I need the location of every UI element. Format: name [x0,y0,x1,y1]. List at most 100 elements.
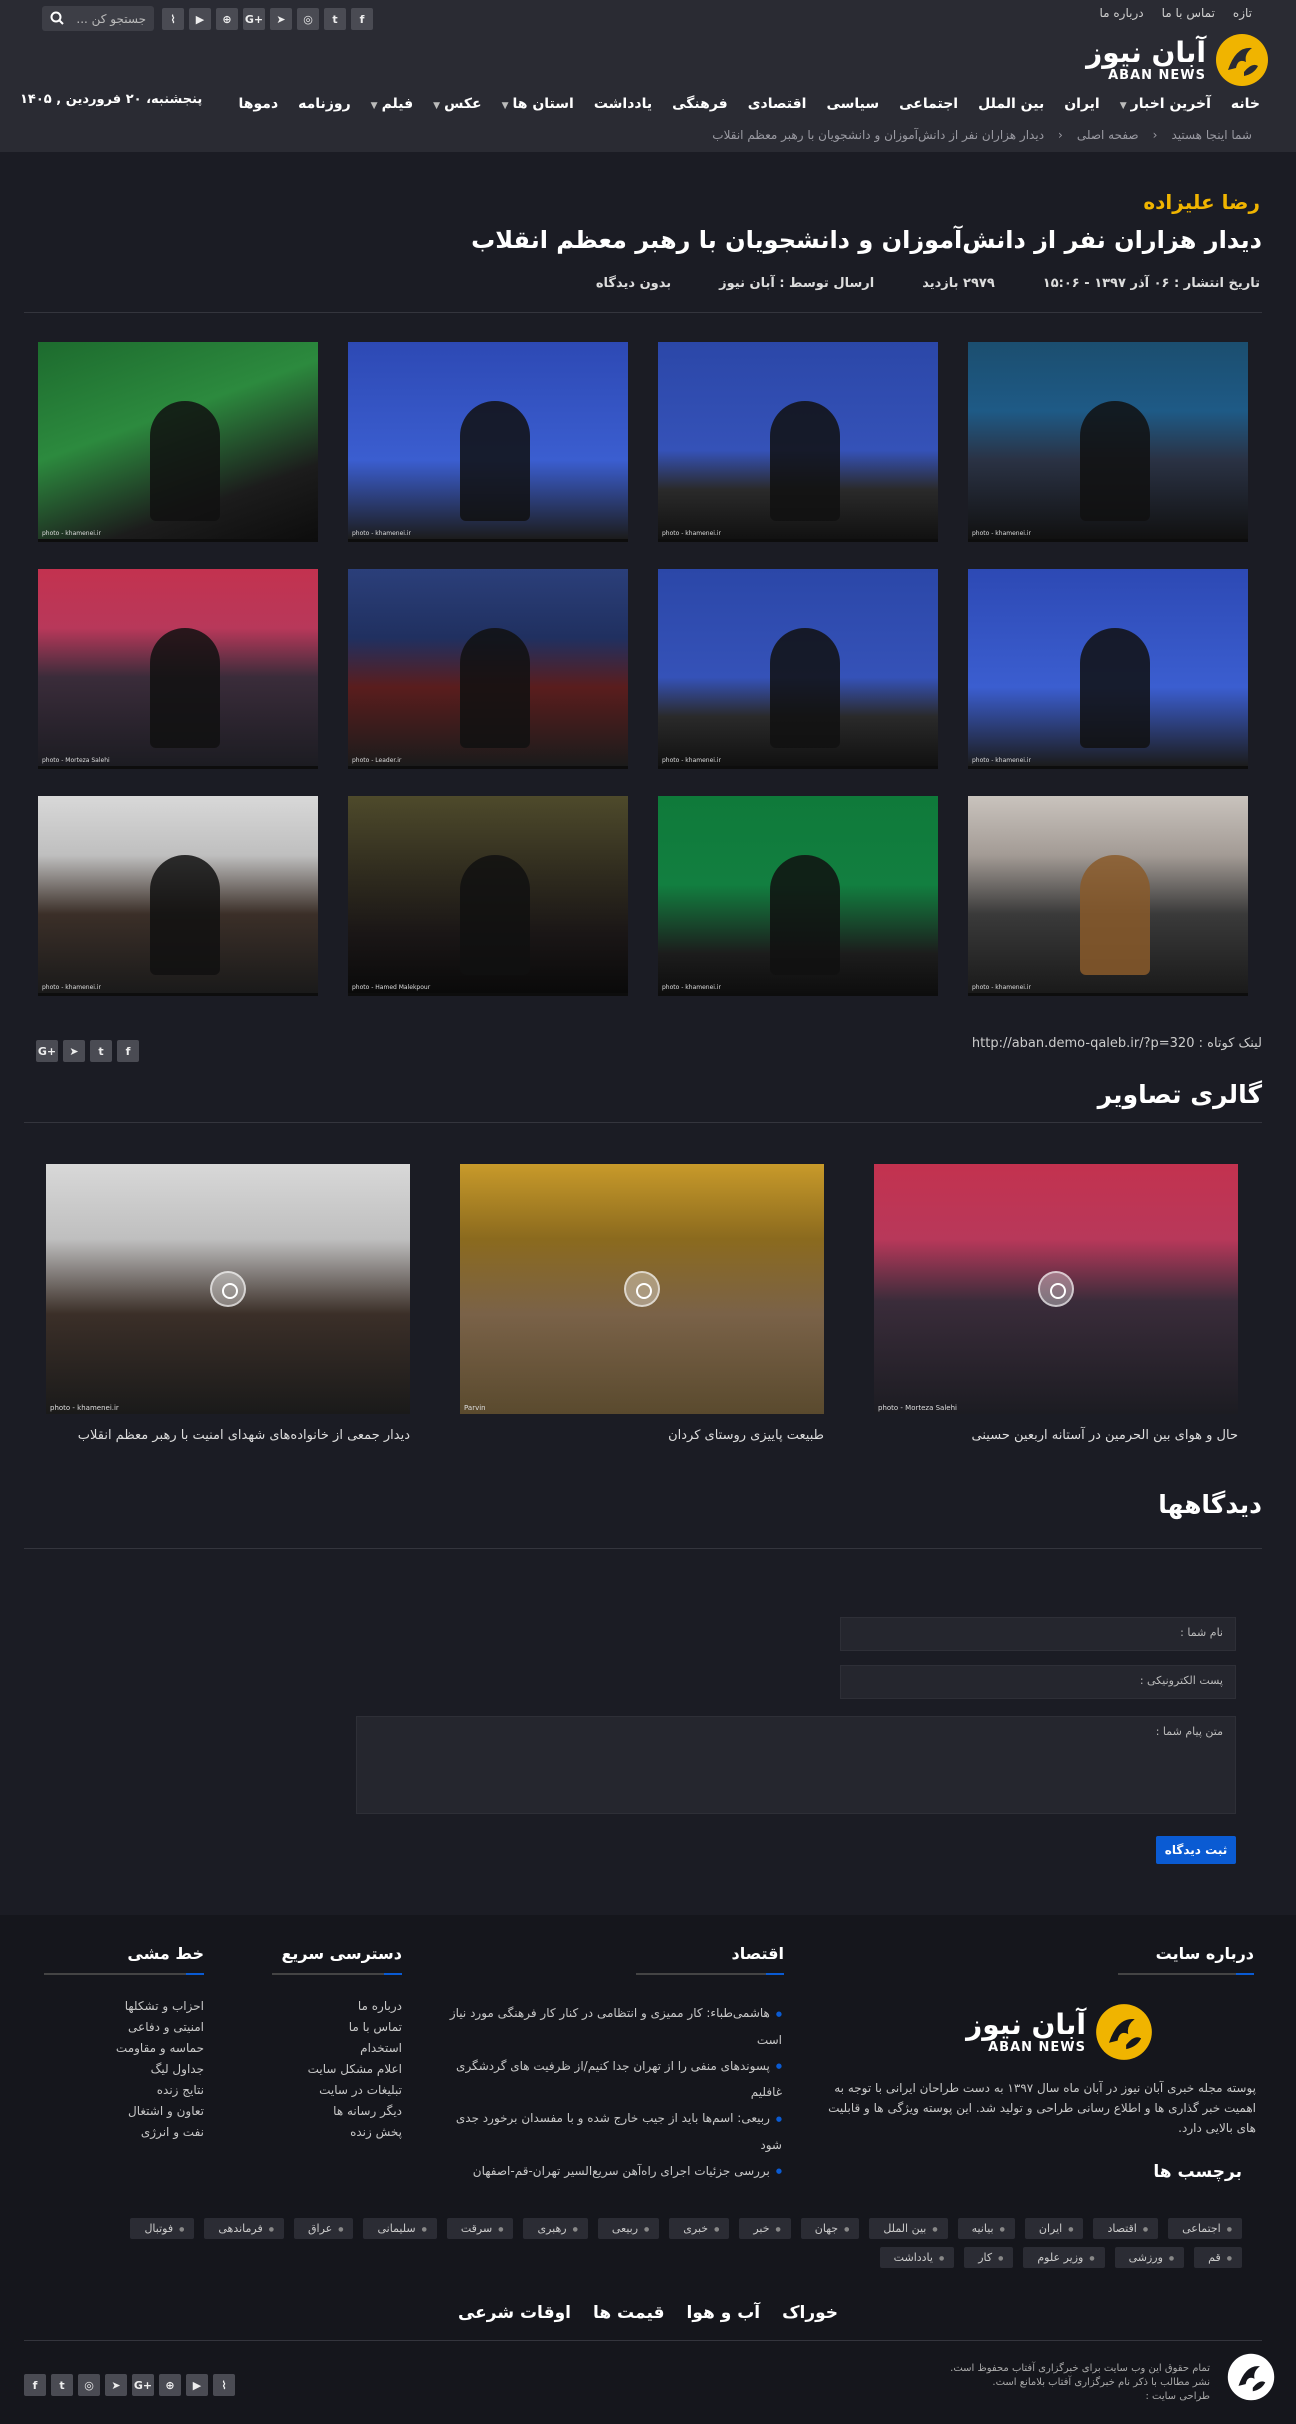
short-link[interactable]: لینک کوتاه : http://aban.demo-qaleb.ir/?… [972,1036,1262,1051]
facebook-icon[interactable]: f [351,8,373,30]
tag-item[interactable]: وزیر علوم [1023,2247,1105,2268]
nav-international[interactable]: بین الملل [978,96,1044,112]
gallery-caption[interactable]: دیدار جمعی از خانواده‌های شهدای امنیت با… [46,1428,410,1443]
quick-link[interactable]: پخش زنده [308,2122,402,2143]
article-photo[interactable]: photo - khamenei.ir [658,342,938,542]
economy-news-item[interactable]: بررسی جزئیات اجرای راه‌آهن سریع‌السیر ته… [442,2158,782,2185]
search-icon[interactable] [50,11,64,25]
economy-news-item[interactable]: هاشمی‌طباء: کار ممیزی و انتظامی در کنار … [442,2000,782,2053]
tag-item[interactable]: سلیمانی [363,2218,437,2239]
nav-demos[interactable]: دموها [239,96,279,112]
tag-item[interactable]: اجتماعی [1168,2218,1242,2239]
nav-photo[interactable]: عکس▼ [433,96,481,112]
nav-social[interactable]: اجتماعی [899,96,958,112]
rss-icon[interactable]: ⌇ [162,8,184,30]
gallery-caption[interactable]: حال و هوای بین الحرمین در آستانه اربعین … [874,1428,1238,1443]
tag-item[interactable]: یادداشت [879,2247,955,2268]
gallery-item[interactable]: photo - khamenei.ir دیدار جمعی از خانواده… [46,1164,410,1443]
tag-item[interactable]: سرقت [446,2218,514,2239]
nav-latest-news[interactable]: آخرین اخبار▼ [1120,96,1211,112]
tag-item[interactable]: رهبری [523,2218,588,2239]
policy-link[interactable]: احزاب و تشکلها [116,1996,204,2017]
instagram-icon[interactable]: ◎ [297,8,319,30]
article-photo[interactable]: photo - khamenei.ir [968,796,1248,996]
twitter-icon[interactable]: t [51,2374,73,2396]
gallery-item[interactable]: Parvin طبیعت پاییزی روستای کردان [460,1164,824,1443]
nav-notes[interactable]: یادداشت [594,96,652,112]
quick-link[interactable]: تبلیغات در سایت [308,2080,402,2101]
name-field[interactable]: نام شما : [840,1617,1236,1651]
article-photo[interactable]: photo - khamenei.ir [38,796,318,996]
twitter-icon[interactable]: t [90,1040,112,1062]
tag-item[interactable]: عراق [294,2218,354,2239]
nav-economy[interactable]: اقتصادی [748,96,807,112]
tag-item[interactable]: خبر [739,2218,791,2239]
article-photo[interactable]: photo - Leader.ir [348,569,628,769]
tag-item[interactable]: اقتصاد [1093,2218,1159,2239]
nav-home[interactable]: خانه [1231,96,1260,112]
quick-link[interactable]: درباره ما [308,1996,402,2017]
top-link-about[interactable]: درباره ما [1100,6,1144,20]
tag-item[interactable]: بین الملل [869,2218,948,2239]
article-photo[interactable]: photo - khamenei.ir [348,342,628,542]
footer-link-feed[interactable]: خوراک [782,2303,838,2323]
tag-item[interactable]: ربیعی [597,2218,660,2239]
footer-link-prayer-times[interactable]: اوقات شرعی [458,2303,571,2323]
nav-politics[interactable]: سیاسی [826,96,879,112]
tag-item[interactable]: فوتبال [130,2218,195,2239]
article-photo[interactable]: photo - khamenei.ir [38,342,318,542]
site-logo[interactable]: آبان نیوز ABAN NEWS [1086,32,1270,88]
gallery-item[interactable]: photo - Morteza Salehi حال و هوای بین الح… [874,1164,1238,1443]
submit-comment-button[interactable]: ثبت دیدگاه [1156,1836,1236,1864]
policy-link[interactable]: حماسه و مقاومت [116,2038,204,2059]
gallery-image[interactable]: photo - khamenei.ir [46,1164,410,1414]
article-photo[interactable]: photo - khamenei.ir [968,569,1248,769]
facebook-icon[interactable]: f [24,2374,46,2396]
dribbble-icon[interactable]: ⊕ [159,2374,181,2396]
nav-culture[interactable]: فرهنگی [672,96,728,112]
economy-news-item[interactable]: ربیعی: اسم‌ها باید از جیب خارج شده و با … [442,2105,782,2158]
twitter-icon[interactable]: t [324,8,346,30]
breadcrumb-home[interactable]: صفحه اصلی [1077,128,1139,142]
tag-item[interactable]: قم [1194,2247,1242,2268]
gallery-image[interactable]: Parvin [460,1164,824,1414]
tag-item[interactable]: ایران [1024,2218,1084,2239]
top-link-new[interactable]: تازه [1233,6,1252,20]
quick-link[interactable]: اعلام مشکل سایت [308,2059,402,2080]
tag-item[interactable]: کار [964,2247,1014,2268]
rss-icon[interactable]: ⌇ [213,2374,235,2396]
tag-item[interactable]: بیانیه [957,2218,1015,2239]
youtube-icon[interactable]: ▶ [186,2374,208,2396]
footer-link-prices[interactable]: قیمت ها [593,2303,665,2323]
google-plus-icon[interactable]: G+ [243,8,265,30]
message-textarea[interactable]: متن پیام شما : [356,1716,1236,1814]
quick-link[interactable]: استخدام [308,2038,402,2059]
top-link-contact[interactable]: تماس با ما [1162,6,1215,20]
telegram-icon[interactable]: ➤ [105,2374,127,2396]
meta-comments[interactable]: بدون دیدگاه [596,276,671,291]
google-plus-icon[interactable]: G+ [36,1040,58,1062]
quick-link[interactable]: دیگر رسانه ها [308,2101,402,2122]
footer-logo[interactable]: آبان نیوز ABAN NEWS [966,2002,1154,2062]
dribbble-icon[interactable]: ⊕ [216,8,238,30]
article-photo[interactable]: photo - khamenei.ir [658,569,938,769]
policy-link[interactable]: نتایج زنده [116,2080,204,2101]
email-field[interactable]: پست الکترونیکی : [840,1665,1236,1699]
instagram-icon[interactable]: ◎ [78,2374,100,2396]
facebook-icon[interactable]: f [117,1040,139,1062]
tag-item[interactable]: خبری [669,2218,730,2239]
policy-link[interactable]: نفت و انرژی [116,2122,204,2143]
article-author[interactable]: رضا علیزاده [1143,190,1260,214]
quick-link[interactable]: تماس با ما [308,2017,402,2038]
tag-item[interactable]: جهان [800,2218,860,2239]
nav-provinces[interactable]: استان ها▼ [502,96,574,112]
footer-link-weather[interactable]: آب و هوا [687,2303,761,2323]
search-input[interactable]: جستجو کن ... [42,6,154,31]
policy-link[interactable]: تعاون و اشتغال [116,2101,204,2122]
youtube-icon[interactable]: ▶ [189,8,211,30]
economy-news-item[interactable]: پسوندهای منفی را از تهران جدا کنیم/از ظر… [442,2053,782,2106]
policy-link[interactable]: جداول لیگ [116,2059,204,2080]
article-photo[interactable]: photo - Morteza Salehi [38,569,318,769]
article-photo[interactable]: photo - Hamed Malekpour [348,796,628,996]
telegram-icon[interactable]: ➤ [63,1040,85,1062]
